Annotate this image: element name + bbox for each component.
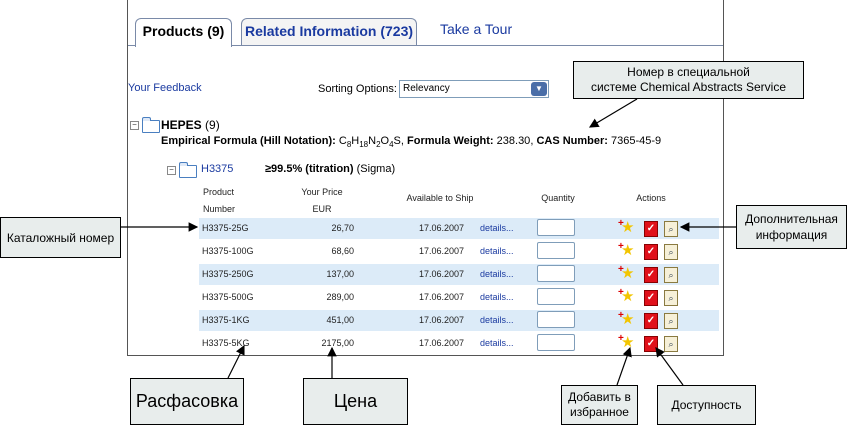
callout-fav-line1: Добавить в	[568, 390, 631, 404]
callout-more-line1: Дополнительная	[745, 212, 838, 226]
callout-availability: Доступность	[657, 385, 756, 425]
callout-catalog-number: Каталожный номер	[0, 217, 121, 258]
callout-price: Цена	[303, 378, 408, 425]
callout-cas: Номер в специальной системе Chemical Abs…	[573, 61, 804, 99]
arrow-favorites	[616, 346, 632, 386]
callout-more-line2: информация	[755, 228, 828, 242]
callout-packaging: Расфасовка	[130, 378, 244, 425]
callout-more-info: Дополнительная информация	[736, 205, 847, 249]
arrow-availability	[655, 347, 684, 386]
callout-fav-line2: избранное	[570, 405, 629, 419]
arrow-cas	[588, 98, 638, 128]
callout-cas-line1: Номер в специальной	[627, 65, 750, 79]
callout-cas-line2: системе Chemical Abstracts Service	[590, 80, 787, 94]
callout-add-favorites: Добавить в избранное	[561, 385, 638, 425]
arrow-packaging	[227, 344, 245, 379]
